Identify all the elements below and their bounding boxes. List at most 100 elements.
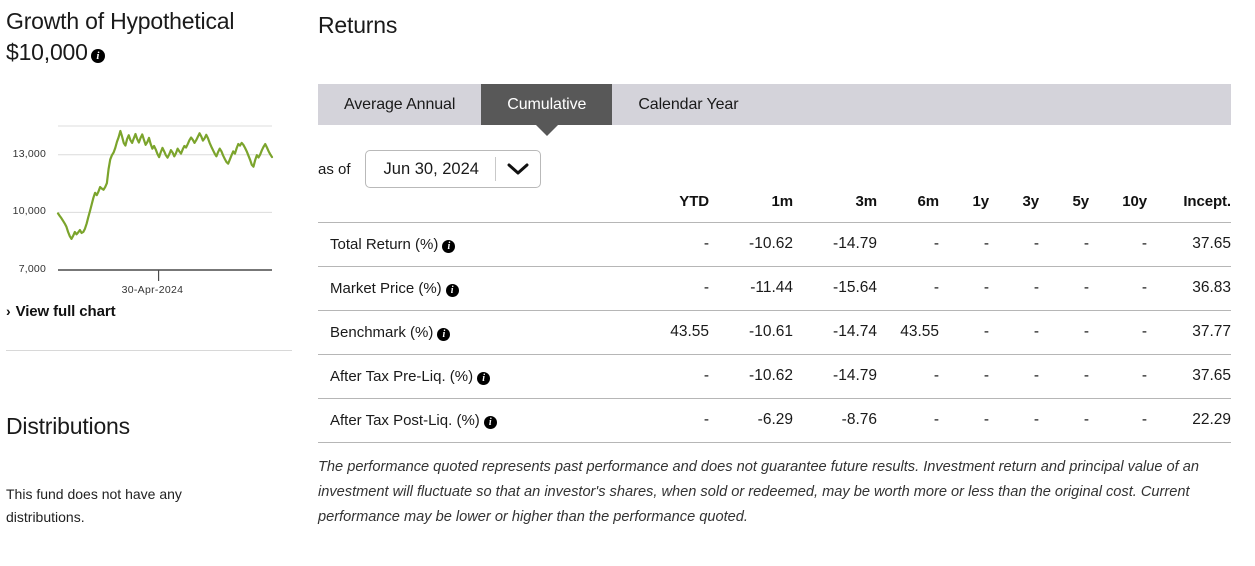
chart-y-tick-label: 13,000 — [12, 147, 46, 160]
table-cell: - — [1089, 222, 1147, 267]
table-cell: - — [989, 222, 1039, 267]
returns-table-head: YTD 1m 3m 6m 1y 3y 5y 10y Incept. — [318, 193, 1231, 223]
column-header-1m: 1m — [771, 193, 794, 210]
tab-cumulative[interactable]: Cumulative — [481, 84, 613, 136]
table-cell: -14.74 — [793, 310, 877, 355]
table-cell: - — [1039, 354, 1089, 399]
table-cell: 22.29 — [1147, 398, 1231, 443]
table-cell: -11.44 — [709, 266, 793, 311]
row-label-cell: Benchmark (%) i — [318, 310, 635, 355]
table-cell: 37.65 — [1147, 222, 1231, 267]
info-icon[interactable]: i — [442, 239, 456, 253]
returns-table: YTD 1m 3m 6m 1y 3y 5y 10y Incept. Total Return (… — [318, 193, 1231, 443]
table-row: After Tax Pre-Liq. (%) i - -10.62 -14.79- - - -… — [318, 354, 1231, 399]
table-row: Benchmark (%) i 43.55 -10.61 -14.74 43.55- - - -… — [318, 310, 1231, 355]
tab-label: Average Annual — [344, 95, 456, 113]
column-header-3m: 3m — [855, 193, 878, 210]
chart-x-tick-label: 30-Apr-2024 — [121, 284, 184, 296]
table-cell: -10.62 — [709, 222, 793, 267]
info-icon[interactable]: i — [483, 415, 497, 429]
performance-disclaimer: The performance quoted represents past p… — [318, 459, 1200, 525]
as-of-date-value: Jun 30, 2024 — [383, 159, 479, 178]
chart-y-tick-label: 10,000 — [12, 205, 46, 218]
table-row: Market Price (%) i - -11.44 -15.64- - - - -36.83 — [318, 266, 1231, 311]
row-label: Benchmark (%) — [330, 323, 434, 341]
active-tab-caret-icon — [535, 125, 558, 136]
row-label-cell: Market Price (%) i — [318, 266, 635, 311]
table-cell: - — [939, 398, 989, 443]
column-header-6m: 6m — [917, 193, 940, 210]
growth-panel: Growth of Hypothetical $10,000 i 7,000 10,… — [0, 0, 300, 566]
growth-panel-title: Growth of Hypothetical $10,000 i — [6, 6, 296, 68]
table-cell: -8.76 — [793, 398, 877, 443]
table-cell: -15.64 — [793, 266, 877, 311]
table-cell: - — [1089, 310, 1147, 355]
table-cell: - — [939, 310, 989, 355]
table-cell: 43.55 — [877, 310, 939, 355]
returns-panel: Returns Average Annual Cumulative Calendar… — [318, 0, 1255, 566]
table-cell: - — [635, 398, 709, 443]
column-header-1y: 1y — [972, 193, 990, 210]
distributions-empty-message: This fund does not have any distribution… — [6, 486, 182, 525]
tab-average-annual[interactable]: Average Annual — [318, 84, 481, 125]
info-icon[interactable]: i — [90, 49, 105, 63]
chevron-right-icon: › — [6, 303, 11, 319]
table-cell: - — [635, 222, 709, 267]
as-of-label: as of — [318, 160, 351, 178]
table-cell: -10.62 — [709, 354, 793, 399]
table-cell: 43.55 — [635, 310, 709, 355]
tab-label: Calendar Year — [638, 95, 739, 113]
row-label: After Tax Post-Liq. (%) — [330, 411, 480, 429]
info-icon[interactable]: i — [445, 283, 459, 297]
row-label: After Tax Pre-Liq. (%) — [330, 367, 474, 385]
chart-y-tick-label: 7,000 — [18, 263, 46, 275]
table-cell: -14.79 — [793, 354, 877, 399]
chevron-down-icon[interactable] — [496, 162, 540, 176]
row-label-cell: Total Return (%) i — [318, 222, 635, 267]
table-cell: - — [939, 354, 989, 399]
column-header-label — [318, 193, 635, 223]
growth-mini-chart: 7,000 10,000 13,000 30-Apr-2024 — [0, 118, 290, 296]
table-cell: - — [1039, 266, 1089, 311]
table-cell: - — [989, 266, 1039, 311]
as-of-date-select[interactable]: Jun 30, 2024 — [364, 150, 541, 188]
distributions-title: Distributions — [6, 413, 130, 439]
table-cell: -6.29 — [709, 398, 793, 443]
info-icon[interactable]: i — [477, 371, 491, 385]
table-cell: - — [1089, 266, 1147, 311]
table-cell: 37.77 — [1147, 310, 1231, 355]
table-cell: - — [939, 266, 989, 311]
returns-table-header-row: YTD 1m 3m 6m 1y 3y 5y 10y Incept. — [318, 193, 1231, 223]
table-cell: - — [1089, 354, 1147, 399]
view-full-chart-link[interactable]: › View full chart — [6, 303, 116, 320]
table-cell: - — [635, 266, 709, 311]
returns-tabs: Average Annual Cumulative Calendar Year — [318, 84, 1231, 136]
column-header-incept: Incept. — [1183, 193, 1231, 210]
as-of-row: as of Jun 30, 2024 — [318, 150, 541, 188]
row-label-cell: After Tax Post-Liq. (%) i — [318, 398, 635, 443]
table-cell: - — [1039, 398, 1089, 443]
table-cell: - — [1039, 222, 1089, 267]
returns-title: Returns — [318, 12, 398, 38]
row-label-cell: After Tax Pre-Liq. (%) i — [318, 354, 635, 399]
row-label: Total Return (%) — [330, 235, 439, 253]
info-icon[interactable]: i — [437, 327, 451, 341]
column-header-ytd: YTD — [679, 193, 709, 210]
column-header-5y: 5y — [1072, 193, 1090, 210]
tab-label: Cumulative — [507, 95, 587, 113]
table-cell: - — [1089, 398, 1147, 443]
table-cell: - — [989, 398, 1039, 443]
table-row: Total Return (%) i - -10.62 -14.79- - - - -37.65 — [318, 222, 1231, 267]
chart-series-line — [56, 129, 274, 240]
column-header-3y: 3y — [1022, 193, 1040, 210]
table-row: After Tax Post-Liq. (%) i - -6.29 -8.76- - - - -… — [318, 398, 1231, 443]
row-label: Market Price (%) — [330, 279, 442, 297]
table-cell: - — [989, 354, 1039, 399]
table-cell: -14.79 — [793, 222, 877, 267]
table-cell: - — [939, 222, 989, 267]
view-full-chart-label: View full chart — [15, 303, 116, 320]
table-cell: 36.83 — [1147, 266, 1231, 311]
table-cell: - — [1039, 310, 1089, 355]
tab-calendar-year[interactable]: Calendar Year — [612, 84, 764, 125]
table-cell: - — [877, 266, 939, 311]
